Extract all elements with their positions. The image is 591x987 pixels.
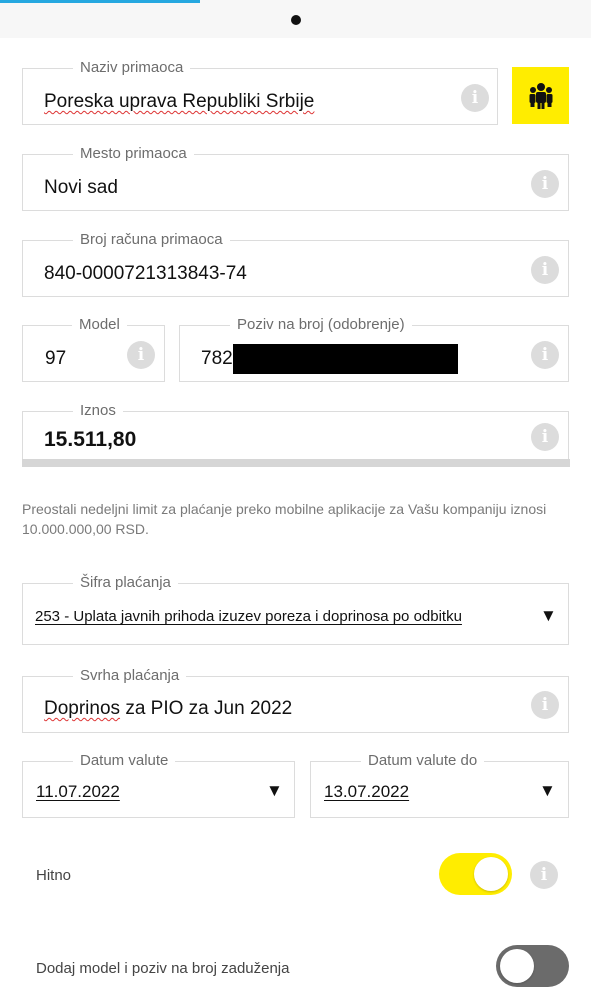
- toggle-knob: [500, 949, 534, 983]
- payment-code-label: Šifra plaćanja: [73, 574, 178, 592]
- info-icon[interactable]: i: [531, 341, 559, 369]
- recipient-name-field[interactable]: Naziv primaoca Poreska uprava Republiki …: [22, 59, 498, 125]
- dropdown-arrow-icon: ▼: [266, 781, 283, 800]
- value-date-to-dropdown[interactable]: Datum valute do 13.07.2022 ▼: [310, 752, 569, 818]
- payment-code-value: 253 - Uplata javnih prihoda izuzev porez…: [35, 608, 462, 625]
- purpose-value-word: Doprinos: [44, 698, 121, 719]
- camera-dot: [291, 15, 301, 25]
- value-date-value: 11.07.2022: [36, 782, 120, 801]
- info-icon[interactable]: i: [530, 861, 558, 889]
- progress-indicator: [0, 0, 200, 3]
- dropdown-arrow-icon: ▼: [539, 781, 556, 800]
- debit-reference-toggle[interactable]: [496, 945, 569, 987]
- urgent-toggle[interactable]: [439, 853, 512, 895]
- recipient-name-value: Poreska uprava Republiki Srbije: [44, 91, 315, 112]
- contacts-icon: [529, 82, 552, 109]
- debit-reference-label: Dodaj model i poziv na broj zaduženja: [36, 960, 290, 977]
- purpose-label: Svrha plaćanja: [73, 667, 187, 685]
- contacts-button[interactable]: [512, 67, 569, 124]
- value-date-to-label: Datum valute do: [361, 752, 485, 770]
- model-value: 97: [45, 348, 67, 369]
- value-date-dropdown[interactable]: Datum valute 11.07.2022 ▼: [22, 752, 295, 818]
- model-field[interactable]: Model 97 i: [22, 316, 165, 382]
- amount-underline: [22, 459, 570, 467]
- model-label: Model: [72, 316, 127, 334]
- purpose-value-rest: za PIO za Jun 2022: [120, 698, 293, 719]
- value-date-to-value: 13.07.2022: [324, 782, 410, 801]
- recipient-account-field[interactable]: Broj računa primaoca 840-0000721313843-7…: [22, 231, 569, 297]
- amount-value: 15.511,80: [44, 428, 137, 451]
- payment-code-dropdown[interactable]: Šifra plaćanja 253 - Uplata javnih priho…: [22, 574, 569, 645]
- recipient-city-value: Novi sad: [44, 177, 118, 198]
- reference-value: 782: [201, 348, 233, 369]
- reference-label: Poziv na broj (odobrenje): [230, 316, 412, 334]
- amount-field[interactable]: Iznos 15.511,80 i: [22, 402, 569, 461]
- recipient-account-label: Broj računa primaoca: [73, 231, 230, 249]
- info-icon[interactable]: i: [531, 170, 559, 198]
- redaction-block: [233, 344, 458, 374]
- amount-label: Iznos: [73, 402, 123, 420]
- recipient-city-field[interactable]: Mesto primaoca Novi sad i: [22, 145, 569, 211]
- info-icon[interactable]: i: [531, 691, 559, 719]
- purpose-field[interactable]: Svrha plaćanja Doprinos za PIO za Jun 20…: [22, 667, 569, 733]
- purpose-value: Doprinos za PIO za Jun 2022: [44, 698, 292, 720]
- dropdown-arrow-icon: ▼: [540, 606, 557, 625]
- info-icon[interactable]: i: [531, 256, 559, 284]
- recipient-account-value: 840-0000721313843-74: [44, 263, 247, 284]
- limit-note: Preostali nedeljni limit za plaćanje pre…: [22, 501, 547, 537]
- urgent-label: Hitno: [36, 867, 72, 884]
- info-icon[interactable]: i: [461, 84, 489, 112]
- recipient-name-label: Naziv primaoca: [73, 59, 191, 77]
- value-date-label: Datum valute: [73, 752, 176, 770]
- toggle-knob: [474, 857, 508, 891]
- info-icon[interactable]: i: [127, 341, 155, 369]
- info-icon[interactable]: i: [531, 423, 559, 451]
- recipient-city-label: Mesto primaoca: [73, 145, 194, 163]
